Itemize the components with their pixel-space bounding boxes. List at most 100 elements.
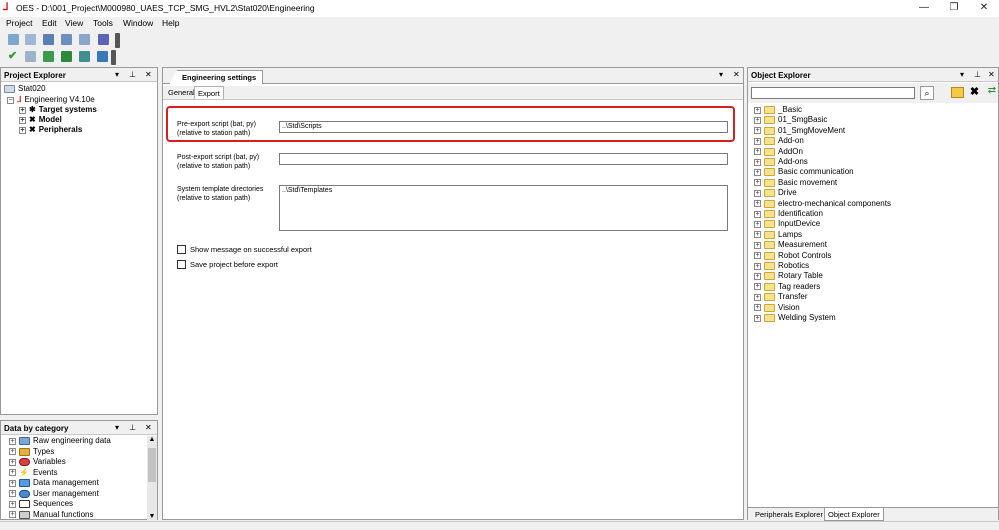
sync-icon[interactable] (79, 51, 90, 62)
open-folder-icon[interactable] (951, 87, 964, 98)
object-tree-item[interactable]: + Robot Controls (754, 251, 831, 261)
object-tree-item[interactable]: + InputDevice (754, 219, 820, 229)
export-icon[interactable] (43, 34, 54, 45)
toolbar-grip[interactable] (115, 33, 120, 48)
settings-icon[interactable] (79, 34, 90, 45)
menu-tools[interactable]: Tools (93, 18, 113, 28)
close-window-button[interactable]: ✕ (969, 1, 999, 16)
expand-icon[interactable]: + (754, 262, 761, 270)
scrollbar-thumb[interactable] (148, 448, 156, 482)
save-before-export-checkbox[interactable] (177, 260, 186, 269)
object-tree-item[interactable]: + Drive (754, 188, 797, 198)
pin-icon[interactable]: ⊥ (129, 70, 136, 79)
object-tree-item[interactable]: + Robotics (754, 261, 809, 271)
maximize-button[interactable]: ❐ (939, 1, 969, 16)
compile-icon[interactable] (25, 51, 36, 62)
expand-icon[interactable]: + (9, 469, 16, 476)
expand-icon[interactable]: + (9, 479, 16, 487)
menu-edit[interactable]: Edit (42, 18, 57, 28)
tab-general[interactable]: General (165, 86, 198, 99)
close-icon[interactable]: ✕ (733, 70, 740, 79)
print-icon[interactable] (61, 34, 72, 45)
upload-icon[interactable] (43, 51, 54, 62)
expand-icon[interactable]: + (9, 490, 16, 497)
pin-icon[interactable]: ⊥ (974, 70, 981, 79)
refresh-icon[interactable]: ⇄ (986, 85, 998, 99)
expand-icon[interactable]: + (9, 511, 16, 518)
dropdown-icon[interactable]: ▾ (719, 70, 723, 79)
download-icon[interactable] (97, 51, 108, 62)
expand-icon[interactable]: + (754, 116, 761, 124)
tab-object-explorer[interactable]: Object Explorer (824, 508, 884, 521)
expand-icon[interactable]: + (754, 127, 761, 135)
expand-icon[interactable]: + (754, 189, 761, 197)
object-tree-item[interactable]: +01_SmgMoveMent (754, 126, 845, 136)
expand-icon[interactable]: + (754, 168, 761, 176)
object-tree-item[interactable]: +01_SmgBasic (754, 115, 827, 125)
tab-peripherals-explorer[interactable]: Peripherals Explorer (752, 508, 826, 521)
expand-icon[interactable]: + (754, 179, 761, 187)
close-icon[interactable]: ✕ (145, 423, 152, 432)
object-tree-item[interactable]: + Basic communication (754, 167, 854, 177)
object-tree-item[interactable]: + Transfer (754, 292, 808, 302)
expand-icon[interactable]: + (754, 106, 761, 114)
category-item[interactable]: + ⚡ Events (9, 468, 57, 478)
tree-item-model[interactable]: + ✖ Model (19, 115, 62, 125)
scroll-down-icon[interactable]: ▼ (147, 513, 157, 520)
eraser-icon[interactable] (98, 34, 109, 45)
menu-view[interactable]: View (65, 18, 83, 28)
object-tree-item[interactable]: + Rotary Table (754, 271, 823, 281)
expand-icon[interactable]: + (19, 126, 26, 134)
object-tree-item[interactable]: + Measurement (754, 240, 827, 250)
category-scrollbar[interactable]: ▲ ▼ (147, 436, 157, 520)
pin-icon[interactable]: ⊥ (129, 423, 136, 432)
category-item[interactable]: + User management (9, 489, 99, 499)
search-icon[interactable]: ⌕ (920, 86, 934, 100)
object-tree-item[interactable]: + _Basic (754, 105, 802, 115)
show-message-checkbox[interactable] (177, 245, 186, 254)
collapse-icon[interactable]: − (7, 96, 14, 104)
save-icon[interactable] (25, 34, 36, 45)
object-tree-item[interactable]: + Basic movement (754, 178, 837, 188)
dropdown-icon[interactable]: ▾ (960, 70, 964, 79)
expand-icon[interactable]: + (9, 437, 16, 445)
expand-icon[interactable]: + (754, 252, 761, 260)
expand-icon[interactable]: + (754, 304, 761, 312)
tools-icon[interactable]: ✖ (968, 85, 981, 99)
close-icon[interactable]: ✕ (988, 70, 995, 79)
menu-project[interactable]: Project (6, 18, 32, 28)
expand-icon[interactable]: + (754, 241, 761, 249)
category-item[interactable]: + Sequences (9, 499, 73, 509)
object-tree-item[interactable]: + AddOn (754, 147, 803, 157)
open-icon[interactable] (8, 34, 19, 45)
dropdown-icon[interactable]: ▾ (115, 70, 119, 79)
expand-icon[interactable]: + (754, 283, 761, 291)
minimize-button[interactable]: — (909, 1, 939, 16)
object-tree-item[interactable]: + electro-mechanical components (754, 199, 891, 209)
object-tree-item[interactable]: + Vision (754, 303, 800, 313)
post-export-input[interactable] (279, 153, 728, 165)
object-tree-item[interactable]: + Add-ons (754, 157, 808, 167)
scroll-up-icon[interactable]: ▲ (147, 436, 157, 443)
object-search-input[interactable] (751, 87, 915, 99)
category-item[interactable]: + Manual functions (9, 510, 93, 520)
object-tree-item[interactable]: + Tag readers (754, 282, 820, 292)
template-dirs-textarea[interactable]: ..\Std\Templates (279, 185, 728, 231)
expand-icon[interactable]: + (754, 293, 761, 301)
dropdown-icon[interactable]: ▾ (115, 423, 119, 432)
tree-item-peripherals[interactable]: + ✖ Peripherals (19, 125, 82, 135)
check-icon[interactable]: ✔ (8, 51, 19, 62)
expand-icon[interactable]: + (754, 210, 761, 218)
category-item[interactable]: + Variables (9, 457, 66, 467)
expand-icon[interactable]: + (9, 448, 16, 455)
tree-item-engineering[interactable]: − ⅃ Engineering V4.10e (7, 95, 95, 105)
document-tab-engineering-settings[interactable]: Engineering settings (169, 70, 264, 84)
expand-icon[interactable]: + (19, 116, 26, 124)
toolbar-grip-2[interactable] (111, 50, 116, 65)
expand-icon[interactable]: + (9, 500, 16, 508)
category-item[interactable]: + Data management (9, 478, 99, 488)
menu-help[interactable]: Help (162, 18, 179, 28)
expand-icon[interactable]: + (754, 137, 761, 145)
expand-icon[interactable]: + (754, 272, 761, 280)
expand-icon[interactable]: + (754, 314, 761, 322)
